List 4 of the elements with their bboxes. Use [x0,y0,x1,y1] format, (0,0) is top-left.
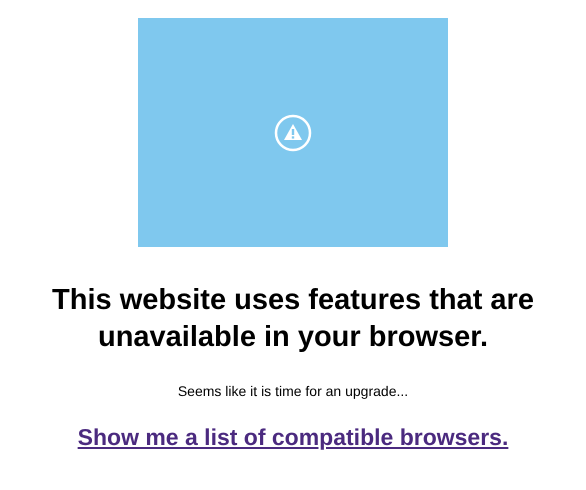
browser-list-link[interactable]: Show me a list of compatible browsers. [78,424,508,451]
heading: This website uses features that are unavailable in your browser. [51,283,535,355]
warning-icon [274,114,312,152]
message: Seems like it is time for an upgrade... [178,383,408,399]
